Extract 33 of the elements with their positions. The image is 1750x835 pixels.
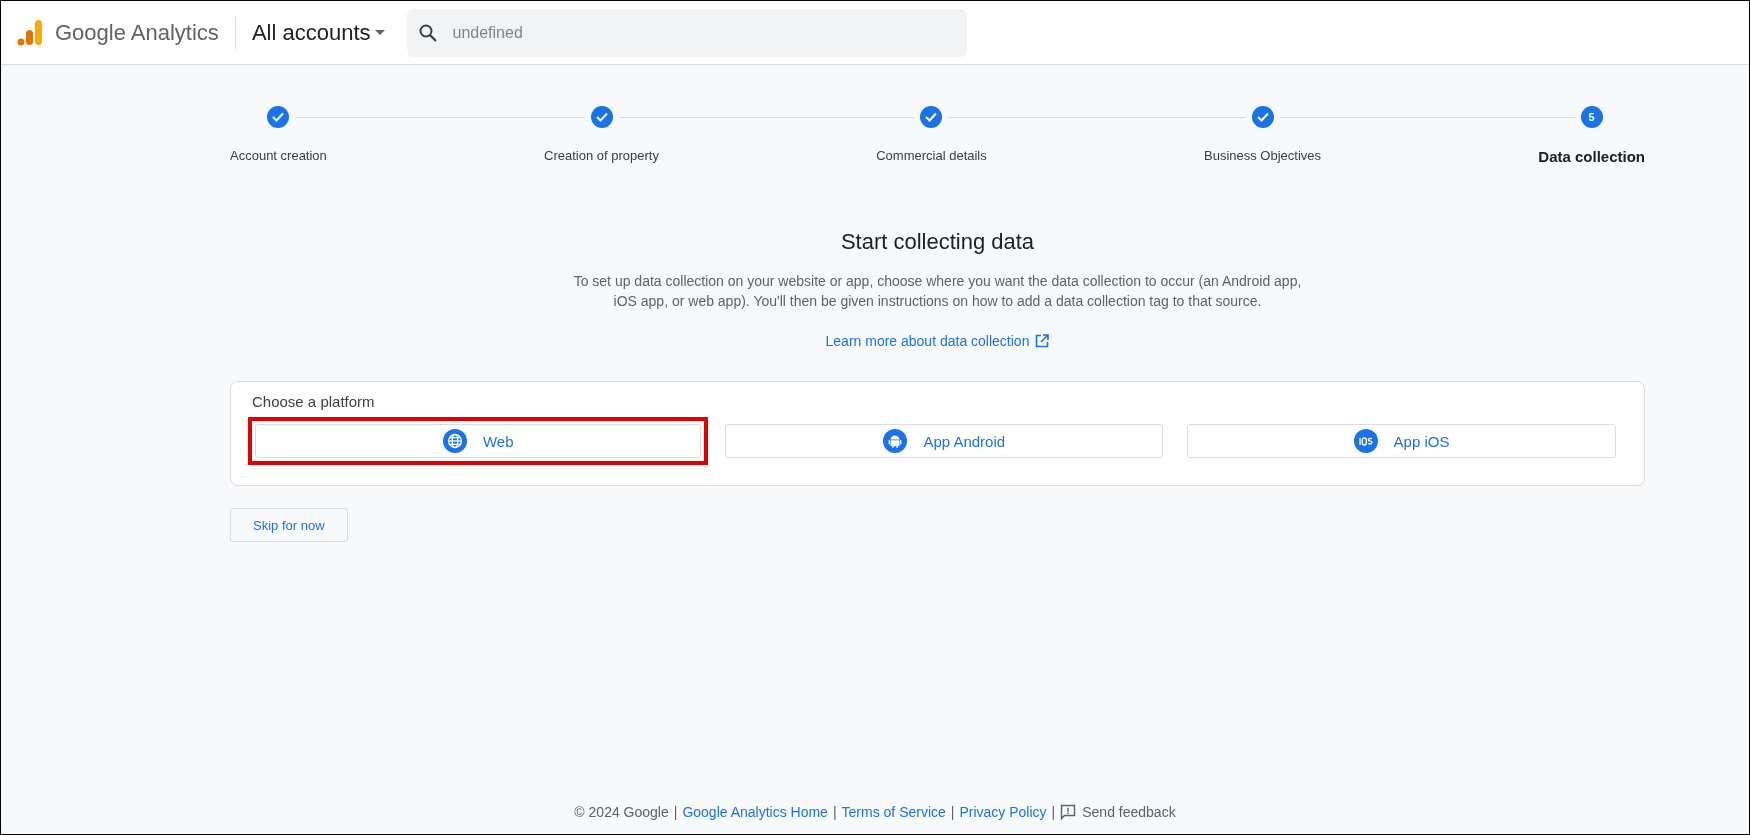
footer-link[interactable]: Terms of Service — [841, 804, 946, 820]
ios-icon — [1353, 429, 1378, 453]
separator: | — [950, 804, 955, 820]
step-label: Data collection — [1538, 148, 1645, 165]
skip-button[interactable]: Skip for now — [230, 508, 348, 542]
copyright-text: © 2024 Google — [574, 804, 669, 820]
separator: | — [832, 804, 837, 820]
platform-button[interactable]: Web — [255, 424, 702, 458]
product-name: Google Analytics — [55, 16, 236, 49]
search-icon — [418, 23, 437, 42]
learn-more-link[interactable]: Learn more about data collection — [825, 333, 1050, 349]
step-label: Creation of property — [544, 148, 659, 163]
send-feedback-button[interactable]: Send feedback — [1060, 804, 1176, 820]
search-field[interactable]: undefined — [406, 8, 967, 57]
footer-link[interactable]: Google Analytics Home — [682, 804, 828, 820]
card-title: Choose a platform — [252, 393, 376, 410]
footer-link[interactable]: Privacy Policy — [959, 804, 1047, 820]
external-link-icon — [1035, 334, 1050, 348]
platform-button[interactable]: App Android — [725, 424, 1164, 458]
globe-icon — [442, 429, 467, 453]
account-picker[interactable]: All accounts — [251, 19, 385, 46]
step-label: Account creation — [230, 148, 327, 163]
description-text: To set up data collection on your website or app, choose where you want the data collection to occur (an Android app, iOS app, or web app). You'll then be given instructions on how to add a data collection tag to that source. — [572, 272, 1303, 311]
bar-chart-logo-icon — [17, 18, 43, 47]
feedback-icon — [1060, 804, 1077, 820]
separator: | — [673, 804, 678, 820]
caret-icon — [374, 30, 385, 35]
page-heading: Start collecting data — [840, 229, 1035, 255]
separator: | — [1051, 804, 1056, 820]
step-label: Business Objectives — [1204, 148, 1322, 163]
step-label: Commercial details — [876, 148, 987, 163]
platform-button[interactable]: App iOS — [1187, 424, 1616, 458]
android-icon — [883, 429, 908, 453]
